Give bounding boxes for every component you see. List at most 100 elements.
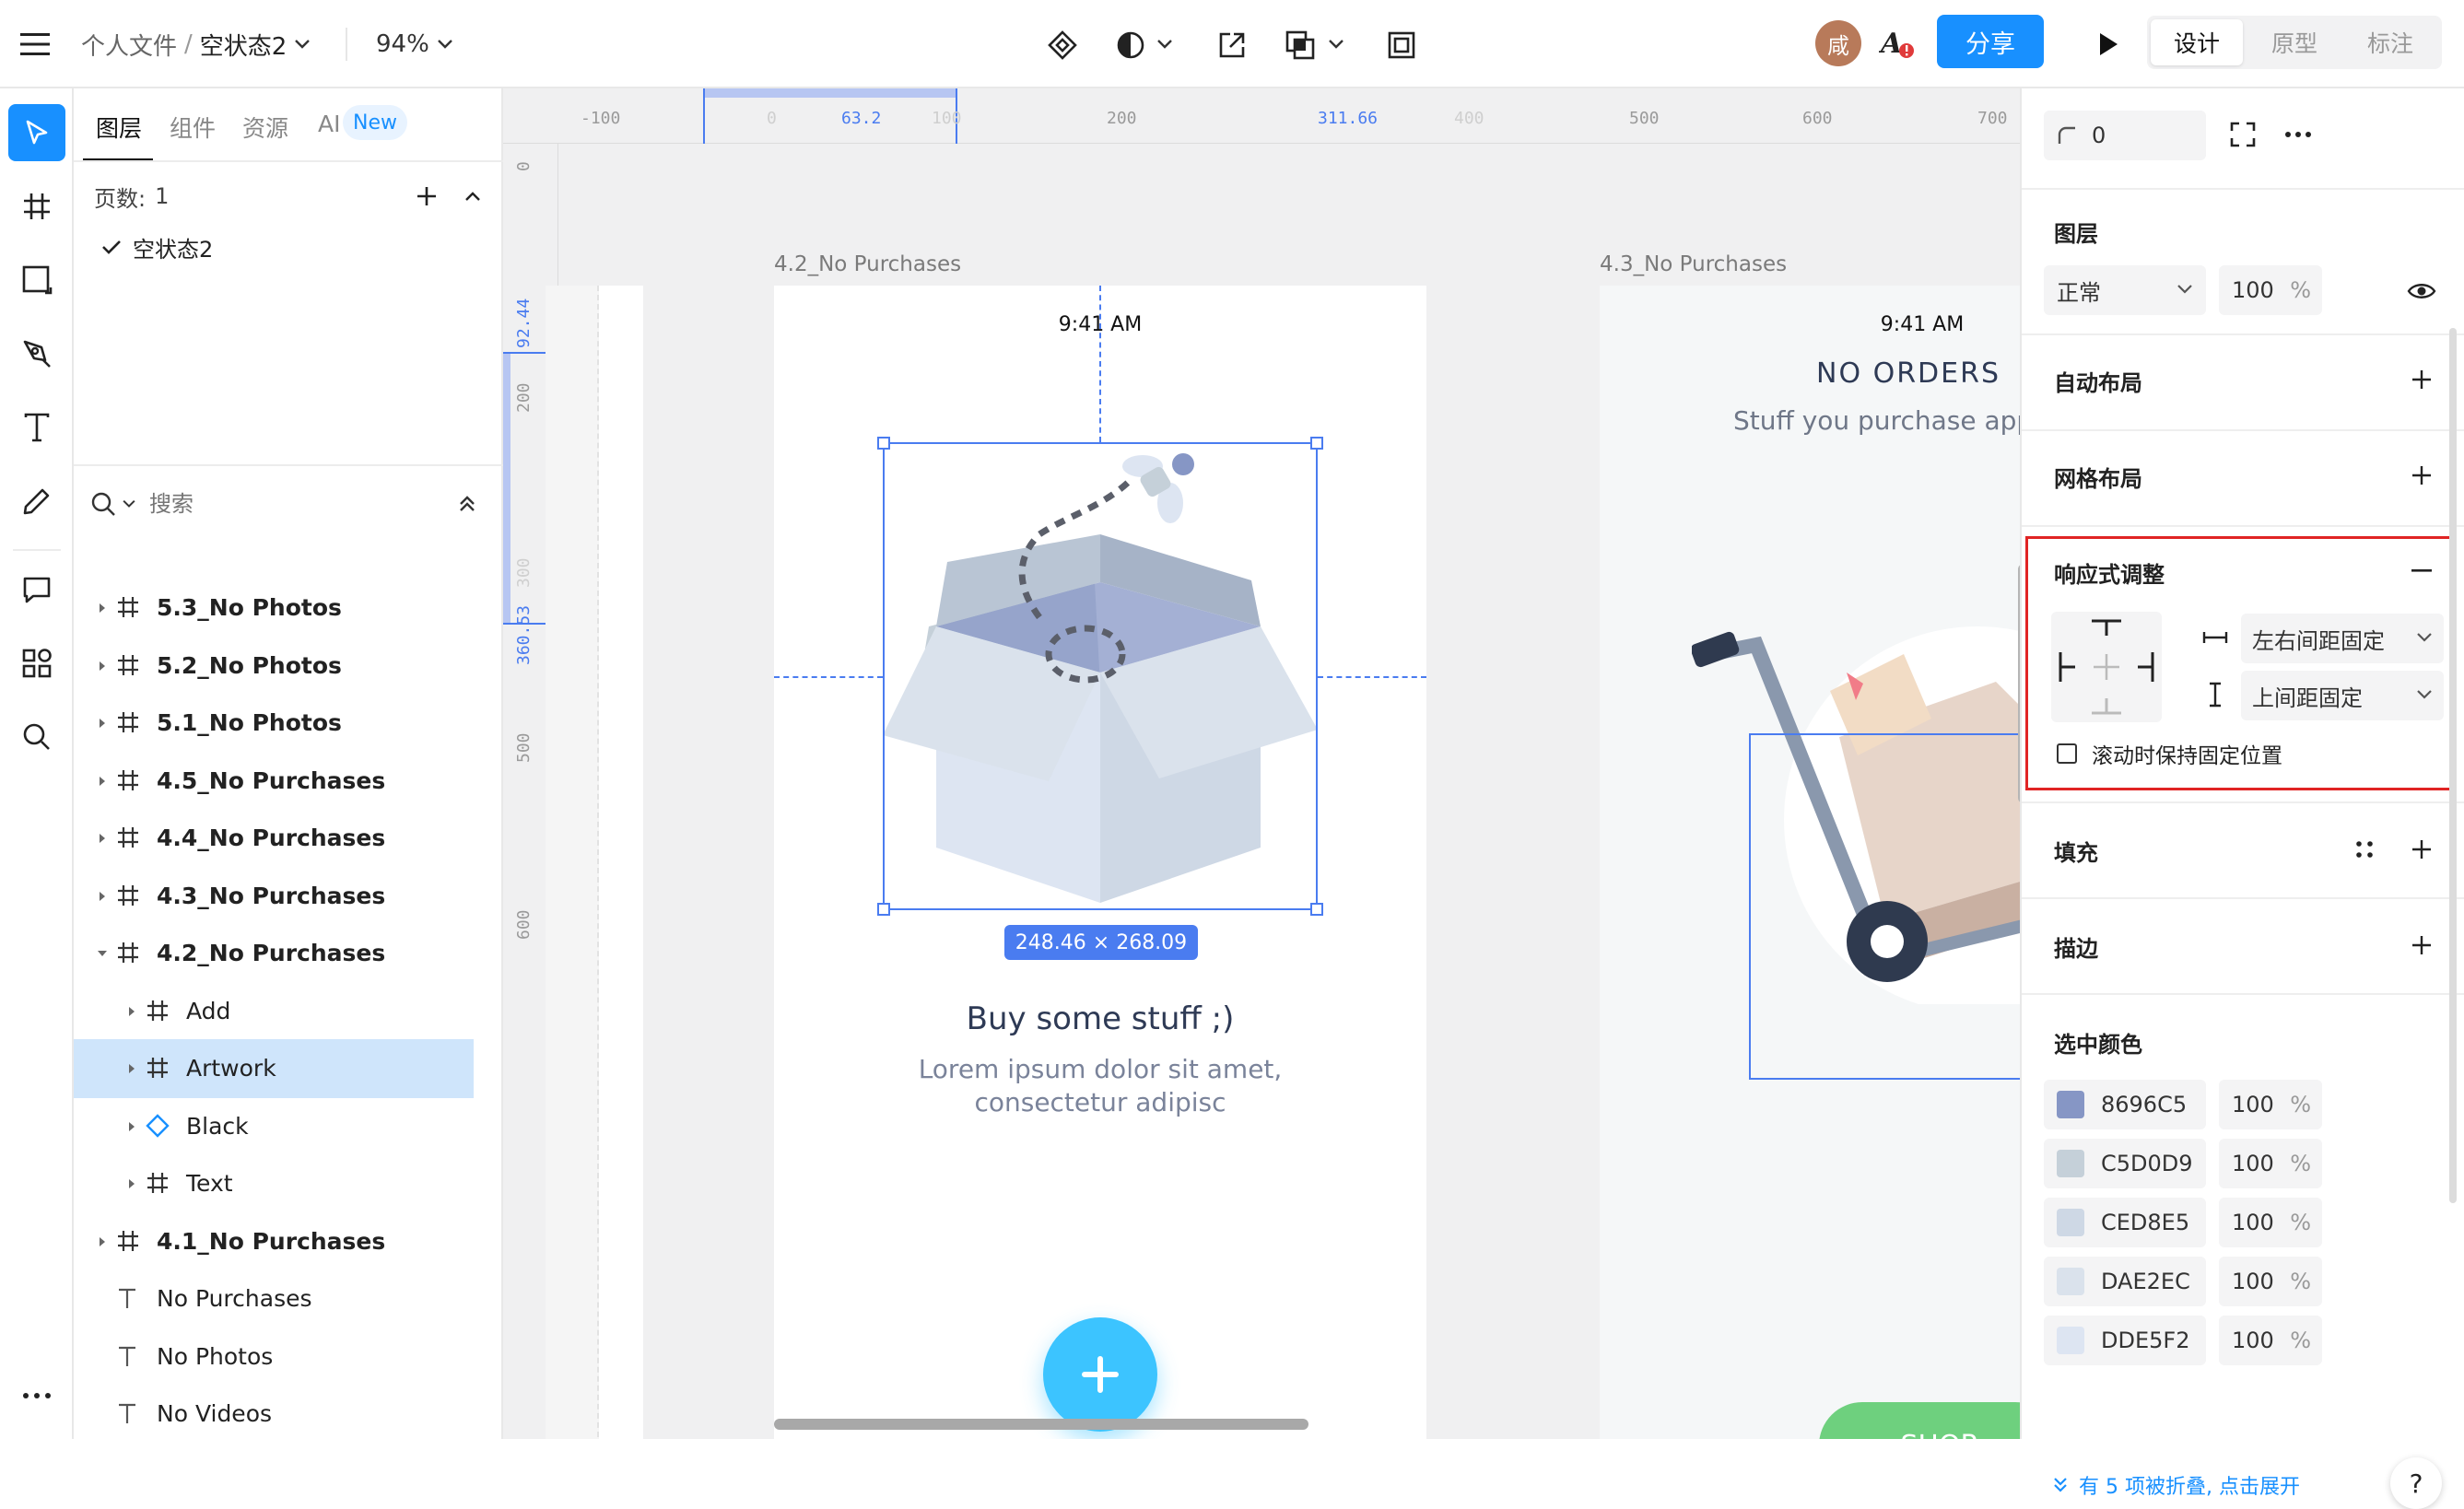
resize-handle[interactable] (1310, 903, 1323, 916)
color-row[interactable]: C5D0D9 (2044, 1139, 2206, 1188)
layer-row[interactable]: 5.3_No Photos (74, 579, 503, 638)
search-input[interactable] (149, 491, 389, 517)
component-icon[interactable] (1043, 26, 1082, 64)
fill-styles-icon[interactable] (2346, 831, 2383, 868)
collapse-all-icon[interactable] (450, 486, 485, 521)
frame-fit-icon[interactable] (1382, 26, 1421, 64)
caret-down-icon[interactable] (96, 947, 109, 960)
more-icon[interactable] (8, 1367, 65, 1424)
caret-right-icon[interactable] (96, 717, 109, 730)
resize-handle[interactable] (877, 437, 890, 450)
color-swatch[interactable] (2057, 1091, 2084, 1118)
play-icon[interactable] (2090, 26, 2127, 63)
chevron-up-icon[interactable] (455, 179, 490, 214)
add-stroke-icon[interactable] (2403, 927, 2440, 964)
shop-button[interactable]: SHOP (1819, 1402, 2020, 1439)
color-swatch[interactable] (2057, 1150, 2084, 1177)
frame-tool-icon[interactable] (8, 178, 65, 235)
add-page-icon[interactable] (409, 179, 444, 214)
color-opacity-field[interactable]: 100% (2219, 1139, 2322, 1188)
color-opacity-field[interactable]: 100% (2219, 1198, 2322, 1247)
color-row[interactable]: CED8E5 (2044, 1198, 2206, 1247)
layer-row[interactable]: No Purchases (74, 1269, 503, 1328)
chevron-down-icon[interactable] (1325, 33, 1347, 55)
color-swatch[interactable] (2057, 1268, 2084, 1295)
frame-4-2-no-purchases[interactable]: 9:41 AM 248.46 × 268.09 Buy some stuff ;… (774, 286, 1426, 1439)
frame-label[interactable]: 4.3_No Purchases (1600, 252, 1787, 276)
more-icon[interactable] (2280, 116, 2317, 153)
color-opacity-field[interactable]: 100% (2219, 1316, 2322, 1365)
panel-scrollbar[interactable] (2449, 328, 2457, 1203)
rectangle-tool-icon[interactable] (8, 251, 65, 309)
page-item[interactable]: 空状态2 (101, 227, 213, 267)
caret-right-icon[interactable] (96, 832, 109, 845)
zoom-control[interactable]: 94% (376, 0, 453, 88)
plugins-icon[interactable] (8, 635, 65, 692)
caret-right-icon[interactable] (96, 1235, 109, 1248)
caret-right-icon[interactable] (125, 1120, 138, 1133)
caret-right-icon[interactable] (96, 775, 109, 788)
horizontal-constraint-select[interactable]: 左右间距固定 (2241, 614, 2444, 663)
move-tool-icon[interactable] (8, 104, 65, 161)
canvas[interactable]: -100 0 63.2 100 200 311.66 400 500 600 7… (503, 88, 2020, 1439)
caret-right-icon[interactable] (125, 1005, 138, 1018)
tab-components[interactable]: 组件 (170, 111, 216, 144)
layer-row[interactable]: 4.3_No Purchases (74, 867, 503, 926)
layer-row[interactable]: 4.2_No Purchases (74, 924, 503, 983)
tab-design[interactable]: 设计 (2151, 19, 2243, 65)
comment-tool-icon[interactable] (8, 561, 65, 618)
chevron-down-icon[interactable] (1154, 33, 1176, 55)
frame-label[interactable]: 4.2_No Purchases (774, 252, 961, 276)
color-opacity-field[interactable]: 100% (2219, 1080, 2322, 1129)
layer-search[interactable] (90, 481, 440, 527)
selection-box[interactable] (877, 437, 1323, 916)
add-auto-layout-icon[interactable] (2403, 361, 2440, 398)
color-row[interactable]: DDE5F2 (2044, 1316, 2206, 1365)
layer-opacity-field[interactable]: 100 % (2219, 265, 2322, 315)
constraint-widget[interactable] (2051, 612, 2162, 722)
search-icon[interactable] (8, 708, 65, 766)
scrollbar-horizontal[interactable] (774, 1419, 1308, 1430)
tab-ai[interactable]: AI (318, 111, 340, 137)
tab-assets[interactable]: 资源 (242, 111, 288, 144)
export-icon[interactable] (1213, 26, 1251, 64)
layer-row[interactable]: 4.4_No Purchases (74, 809, 503, 868)
color-swatch[interactable] (2057, 1327, 2084, 1354)
color-row[interactable]: DAE2EC (2044, 1257, 2206, 1306)
eye-icon[interactable] (2403, 273, 2440, 310)
breadcrumb-root[interactable]: 个人文件 (81, 28, 177, 62)
tab-layers[interactable]: 图层 (96, 111, 142, 144)
layer-row[interactable]: Black (74, 1097, 503, 1156)
pen-tool-icon[interactable] (8, 325, 65, 382)
corner-radius-field[interactable]: 0 (2044, 111, 2206, 160)
add-fill-icon[interactable] (2403, 831, 2440, 868)
text-tool-icon[interactable] (8, 399, 65, 456)
tab-annotate[interactable]: 标注 (2344, 19, 2436, 65)
color-row[interactable]: 8696C5 (2044, 1080, 2206, 1129)
file-name[interactable]: 空状态2 (200, 28, 287, 62)
avatar[interactable]: 咸 (1815, 20, 1861, 66)
mask-icon[interactable] (1111, 26, 1150, 64)
caret-right-icon[interactable] (96, 660, 109, 673)
layer-row[interactable]: Artwork (74, 1039, 474, 1098)
layer-row[interactable]: 5.2_No Photos (74, 637, 503, 696)
independent-corners-icon[interactable] (2224, 116, 2261, 153)
add-fab-button[interactable] (1043, 1317, 1157, 1432)
chevron-down-icon[interactable] (294, 39, 311, 50)
boolean-icon[interactable] (1281, 26, 1320, 64)
layer-row[interactable]: Text (74, 1154, 503, 1213)
fixed-scroll-checkbox[interactable] (2057, 743, 2077, 764)
layer-row[interactable]: 5.1_No Photos (74, 694, 503, 753)
caret-right-icon[interactable] (125, 1177, 138, 1190)
caret-right-icon[interactable] (125, 1062, 138, 1075)
add-grid-layout-icon[interactable] (2403, 457, 2440, 494)
resize-handle[interactable] (877, 903, 890, 916)
tab-prototype[interactable]: 原型 (2248, 19, 2341, 65)
layer-row[interactable]: No Photos (74, 1328, 503, 1386)
blend-mode-select[interactable]: 正常 (2044, 265, 2206, 315)
menu-icon[interactable] (17, 26, 53, 63)
vertical-constraint-select[interactable]: 上间距固定 (2241, 671, 2444, 720)
help-button[interactable]: ? (2390, 1457, 2442, 1509)
color-swatch[interactable] (2057, 1209, 2084, 1236)
frame-4-3-no-purchases[interactable]: 9:41 AM NO ORDERS Stuff you purchase app… (1600, 286, 2020, 1439)
